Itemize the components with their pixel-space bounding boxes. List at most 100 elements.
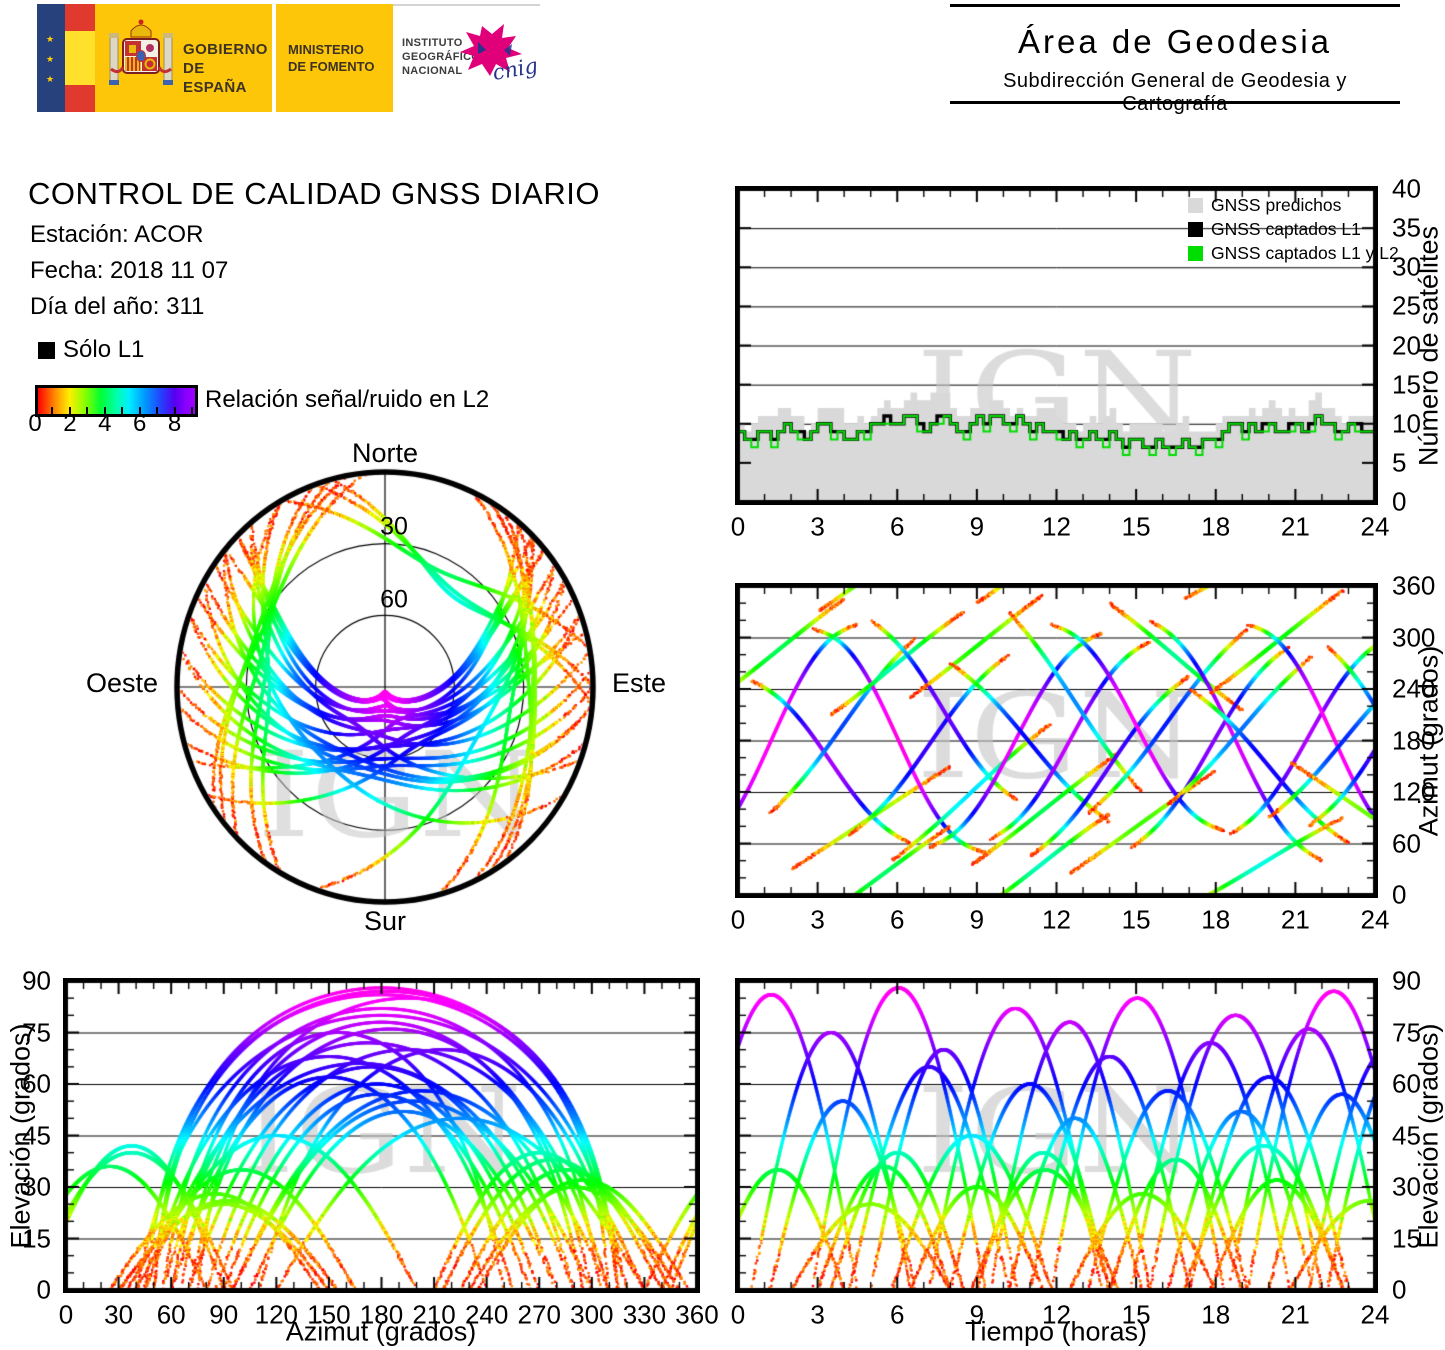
- spain-government-banner: ★ ★ ★ GOBIERNO DE ESPAÑA MINISTERIO DE F…: [37, 4, 540, 112]
- instituto-geografico-block: INSTITUTO GEOGRÁFICO NACIONAL cnig: [393, 4, 540, 112]
- gobierno-line2: DE ESPAÑA: [183, 60, 247, 96]
- tick-label: 12: [1042, 511, 1071, 542]
- tick-label: 6: [890, 1299, 905, 1330]
- colorbar-tick: [86, 407, 89, 414]
- skyplot-south-label: Sur: [363, 906, 407, 936]
- ministerio-line2: DE FOMENTO: [288, 59, 375, 74]
- tick-label: 45: [22, 1120, 51, 1150]
- colorbar-tick: [103, 407, 106, 414]
- tick-label: 18: [1201, 511, 1231, 542]
- colorbar-tick-label: 2: [63, 410, 77, 437]
- tick-label: 120: [254, 1299, 299, 1330]
- tick-label: 120: [1392, 776, 1436, 807]
- tick-label: 90: [22, 965, 51, 996]
- tick-label: 30: [1392, 251, 1421, 282]
- solo-l1-legend: Sólo L1: [38, 336, 144, 364]
- tick-label: 360: [675, 1299, 719, 1330]
- colorbar-tick-label: 6: [132, 410, 147, 437]
- tick-label: 15: [1121, 1299, 1151, 1330]
- tick-label: 18: [1201, 904, 1231, 935]
- legend-color-swatch: [1188, 221, 1203, 237]
- gobierno-line1: GOBIERNO: [183, 41, 268, 58]
- tick-label: 30: [104, 1299, 134, 1330]
- flag-red-band: [65, 85, 95, 112]
- tick-label: 0: [1392, 1274, 1407, 1305]
- tick-label: 240: [464, 1299, 509, 1330]
- skyplot-west-label: Oeste: [85, 668, 158, 698]
- eu-star-icon: ★: [46, 74, 55, 84]
- spain-coat-of-arms-icon: [109, 19, 173, 85]
- tick-label: 9: [969, 1299, 985, 1330]
- legend-label: GNSS captados L1: [1211, 218, 1361, 239]
- tick-label: 90: [1392, 965, 1421, 996]
- legend-item: GNSS captados L1 y L2: [1188, 241, 1399, 265]
- report-title: CONTROL DE CALIDAD GNSS DIARIO: [28, 176, 600, 211]
- day-of-year-info: Día del año: 311: [30, 293, 205, 320]
- tick-label: 6: [890, 511, 905, 542]
- colorbar-tick: [173, 407, 176, 414]
- station-info: Estación: ACOR: [30, 221, 204, 248]
- tick-label: 270: [517, 1299, 561, 1330]
- colorbar-tick: [156, 407, 159, 414]
- colorbar-tick: [68, 407, 71, 414]
- flag-red-band: [65, 4, 95, 31]
- tick-label: 0: [1392, 486, 1407, 517]
- tick-label: 24: [1360, 511, 1390, 542]
- tick-label: 15: [1121, 904, 1151, 935]
- colorbar-tick: [138, 407, 141, 414]
- date-info: Fecha: 2018 11 07: [30, 257, 229, 284]
- tick-label: 60: [1392, 1068, 1421, 1099]
- satellite-count-legend: GNSS predichos GNSS captados L1 GNSS capta…: [1188, 193, 1399, 265]
- tick-label: 0: [730, 511, 746, 542]
- colorbar-label: Relación señal/ruido en L2: [205, 386, 490, 413]
- legend-color-swatch: [1188, 197, 1203, 213]
- tick-label: 6: [890, 904, 905, 935]
- legend-item: GNSS predichos: [1188, 193, 1399, 217]
- tick-label: 24: [1360, 1299, 1390, 1330]
- elevation-time-chart: [735, 978, 1378, 1293]
- tick-label: 30: [22, 1171, 51, 1202]
- tick-label: 18: [1201, 1299, 1231, 1330]
- colorbar-tick: [121, 407, 124, 414]
- solo-l1-label: Sólo L1: [63, 336, 145, 363]
- ministerio-block: MINISTERIO DE FOMENTO: [276, 4, 393, 112]
- tick-label: 0: [36, 1274, 51, 1305]
- tick-label: 210: [412, 1299, 456, 1330]
- colorbar-tick-label: 0: [28, 410, 42, 437]
- tick-label: 240: [1392, 673, 1436, 704]
- tick-label: 180: [359, 1299, 404, 1330]
- tick-label: 25: [1392, 290, 1421, 321]
- tick-label: 15: [1392, 369, 1421, 400]
- tick-label: 0: [730, 1299, 746, 1330]
- tick-label: 9: [969, 511, 985, 542]
- tick-label: 150: [307, 1299, 351, 1330]
- tick-label: 60: [156, 1299, 186, 1330]
- tick-label: 0: [730, 904, 746, 935]
- tick-label: 75: [1392, 1017, 1421, 1047]
- tick-label: 9: [969, 904, 985, 935]
- gobierno-text: GOBIERNO DE ESPAÑA: [183, 40, 272, 97]
- eu-star-icon: ★: [46, 54, 55, 64]
- colorbar-tick: [191, 407, 193, 414]
- legend-label: GNSS predichos: [1211, 194, 1342, 215]
- tick-label: 10: [1392, 408, 1421, 439]
- tick-label: 20: [1392, 330, 1421, 360]
- flag-yellow-band: [65, 31, 95, 85]
- tick-label: 330: [622, 1299, 667, 1330]
- tick-label: 3: [810, 511, 825, 542]
- tick-label: 300: [1392, 622, 1436, 652]
- tick-label: 15: [1121, 511, 1151, 542]
- tick-label: 75: [22, 1017, 51, 1047]
- tick-label: 45: [1392, 1120, 1421, 1150]
- tick-label: 21: [1280, 511, 1310, 542]
- tick-label: 360: [1392, 570, 1436, 601]
- elevation-azimuth-chart: [63, 978, 700, 1293]
- geodesia-header: Área de Geodesia Subdirección General de…: [950, 4, 1400, 115]
- legend-item: GNSS captados L1: [1188, 217, 1399, 241]
- tick-label: 180: [1392, 725, 1436, 755]
- skyplot-ring-label: 60: [380, 585, 408, 614]
- tick-label: 35: [1392, 212, 1421, 243]
- ministerio-line1: MINISTERIO: [288, 42, 364, 57]
- eu-flag-strip: ★ ★ ★: [37, 4, 65, 112]
- colorbar-tick: [51, 407, 54, 414]
